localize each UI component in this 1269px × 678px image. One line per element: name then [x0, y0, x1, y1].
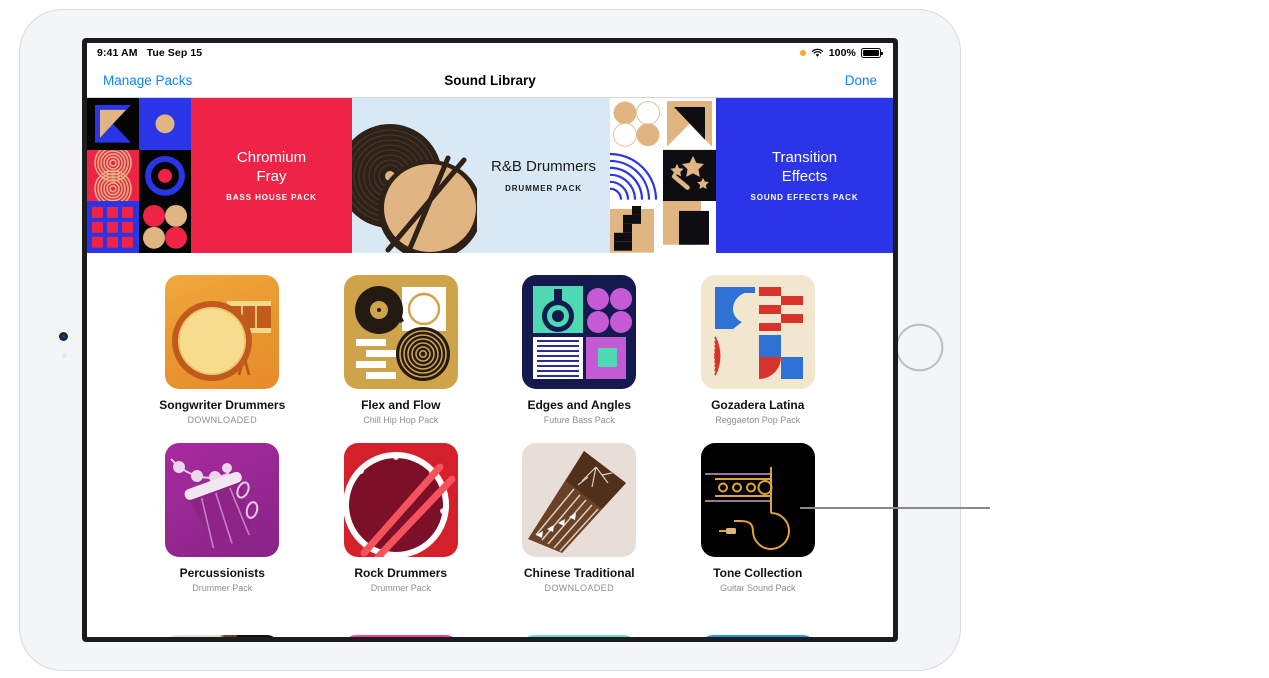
- status-date: Tue Sep 15: [146, 47, 203, 59]
- partial-thumb-2[interactable]: [343, 635, 458, 637]
- ipad-screen: 9:41 AM Tue Sep 15 100% Manage Packs Sou…: [87, 43, 893, 637]
- home-button[interactable]: [896, 324, 943, 371]
- sound-library-content: Chromium Fray BASS HOUSE PACK R&B Drumme…: [87, 98, 893, 637]
- partial-pack-row: [133, 635, 847, 637]
- banner-title: Transition: [771, 148, 838, 166]
- banner-title-line2: Effects: [781, 167, 828, 185]
- pack-title: Tone Collection: [713, 566, 803, 580]
- featured-banner-carousel: Chromium Fray BASS HOUSE PACK R&B Drumme…: [87, 98, 893, 253]
- ipad-device-frame: 9:41 AM Tue Sep 15 100% Manage Packs Sou…: [20, 10, 960, 670]
- wifi-icon: [811, 48, 824, 58]
- pack-flex-and-flow[interactable]: Flex and Flow Chill Hip Hop Pack: [312, 275, 491, 425]
- pack-songwriter-drummers[interactable]: Songwriter Drummers DOWNLOADED: [133, 275, 312, 425]
- sound-pack-grid: Songwriter Drummers DOWNLOADED Flex and …: [87, 253, 893, 593]
- pack-tone-collection[interactable]: Tone Collection Guitar Sound Pack: [669, 443, 848, 593]
- pack-subtitle: DOWNLOADED: [544, 583, 614, 593]
- front-camera-icon: [59, 332, 68, 341]
- partial-thumb-3[interactable]: [522, 635, 637, 637]
- pack-subtitle: DOWNLOADED: [187, 415, 257, 425]
- callout-leader-line: [800, 507, 990, 509]
- pack-subtitle: Guitar Sound Pack: [719, 583, 796, 593]
- banner-rnb-drummers[interactable]: R&B Drummers DRUMMER PACK: [352, 98, 610, 253]
- edges-and-angles-thumb[interactable]: [522, 275, 637, 389]
- songwriter-drummers-thumb[interactable]: [165, 275, 280, 389]
- banner-transition-effects[interactable]: Transition Effects SOUND EFFECTS PACK: [610, 98, 893, 253]
- pack-subtitle: Drummer Pack: [370, 583, 431, 593]
- flex-and-flow-thumb[interactable]: [343, 275, 458, 389]
- pack-gozadera-latina[interactable]: Gozadera Latina Reggaeton Pop Pack: [669, 275, 848, 425]
- ambient-light-sensor-icon: [62, 353, 67, 358]
- pack-title: Gozadera Latina: [711, 398, 805, 412]
- pack-title: Edges and Angles: [527, 398, 632, 412]
- pack-title: Percussionists: [179, 566, 265, 580]
- pack-edges-and-angles[interactable]: Edges and Angles Future Bass Pack: [490, 275, 669, 425]
- battery-full-icon: [861, 48, 884, 58]
- pack-title: Chinese Traditional: [523, 566, 635, 580]
- status-bar: 9:41 AM Tue Sep 15 100%: [87, 43, 893, 63]
- banner-title: R&B Drummers: [490, 158, 596, 176]
- tone-collection-thumb[interactable]: [700, 443, 815, 557]
- recording-indicator-icon: [799, 50, 806, 56]
- gozadera-latina-thumb[interactable]: [700, 275, 815, 389]
- banner-subtitle: DRUMMER PACK: [505, 183, 582, 193]
- partial-thumb-4[interactable]: [700, 635, 815, 637]
- pack-subtitle: Chill Hip Hop Pack: [363, 415, 439, 425]
- banner-chromium-fray[interactable]: Chromium Fray BASS HOUSE PACK: [87, 98, 352, 253]
- status-time: 9:41 AM: [97, 47, 138, 59]
- done-button[interactable]: Done: [845, 73, 877, 88]
- banner-subtitle: BASS HOUSE PACK: [226, 193, 317, 203]
- navigation-bar: Manage Packs Sound Library Done: [87, 63, 893, 98]
- pack-chinese-traditional[interactable]: Chinese Traditional DOWNLOADED: [490, 443, 669, 593]
- screen-bezel: 9:41 AM Tue Sep 15 100% Manage Packs Sou…: [82, 38, 898, 642]
- rock-drummers-thumb[interactable]: [343, 443, 458, 557]
- pack-subtitle: Future Bass Pack: [543, 415, 615, 425]
- pack-title: Songwriter Drummers: [159, 398, 286, 412]
- pack-percussionists[interactable]: Percussionists Drummer Pack: [133, 443, 312, 593]
- chinese-traditional-thumb[interactable]: [522, 443, 637, 557]
- banner-title-line2: Fray: [256, 167, 287, 185]
- page-title: Sound Library: [444, 72, 536, 88]
- pack-title: Flex and Flow: [361, 398, 441, 412]
- partial-thumb-1[interactable]: [165, 635, 280, 637]
- pack-subtitle: Reggaeton Pop Pack: [715, 415, 801, 425]
- banner-subtitle: SOUND EFFECTS PACK: [750, 193, 859, 203]
- banner-title: Chromium: [236, 148, 307, 166]
- pack-title: Rock Drummers: [354, 566, 448, 580]
- percussionists-thumb[interactable]: [165, 443, 280, 557]
- battery-percent-label: 100%: [828, 47, 856, 59]
- pack-rock-drummers[interactable]: Rock Drummers Drummer Pack: [312, 443, 491, 593]
- pack-subtitle: Drummer Pack: [192, 583, 253, 593]
